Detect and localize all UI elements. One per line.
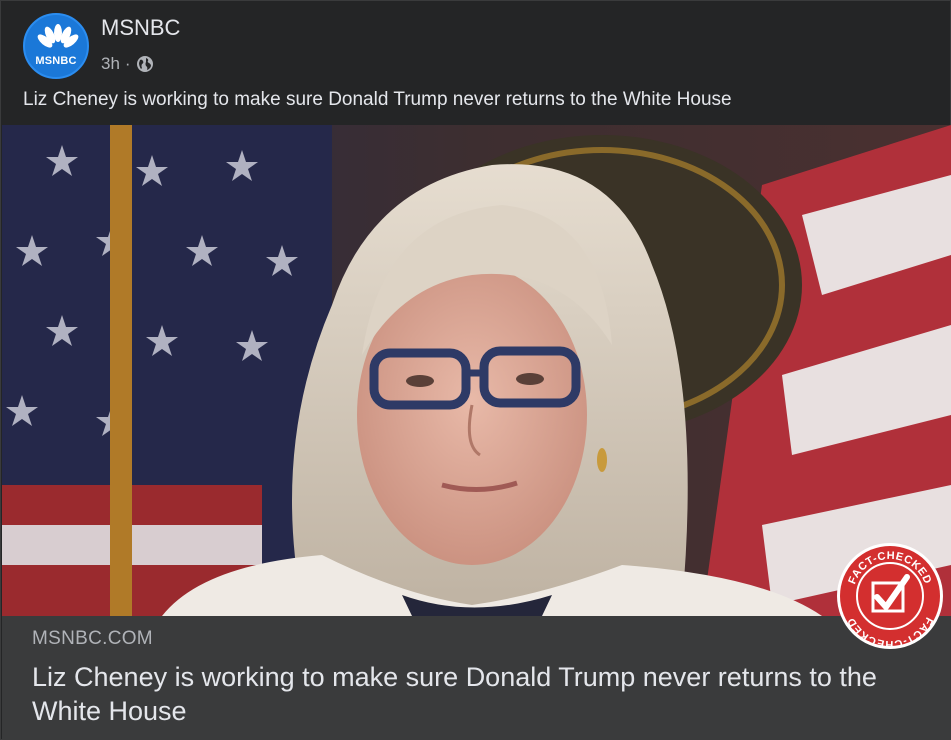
post-time-link[interactable]: 3h [101,54,120,74]
post-image[interactable] [2,125,951,616]
avatar-label: MSNBC [35,55,77,67]
post-message: Liz Cheney is working to make sure Donal… [23,89,732,110]
peacock-logo-icon [37,24,79,48]
portrait-photo [2,125,951,616]
link-title[interactable]: Liz Cheney is working to make sure Donal… [32,660,937,728]
fact-checked-badge: FACT-CHECKED FACT-CHECKED [837,543,943,650]
post-meta: 3h · [101,54,154,74]
post-header: MSNBC MSNBC 3h · [1,1,950,85]
meta-separator: · [124,54,131,73]
link-preview[interactable]: MSNBC.COM Liz Cheney is working to make … [2,616,951,740]
link-domain: MSNBC.COM [32,628,153,649]
avatar[interactable]: MSNBC [23,13,89,79]
facebook-post: MSNBC MSNBC 3h · Liz Cheney is working t… [0,0,951,740]
globe-icon[interactable] [136,55,154,73]
page-name-link[interactable]: MSNBC [101,15,180,41]
